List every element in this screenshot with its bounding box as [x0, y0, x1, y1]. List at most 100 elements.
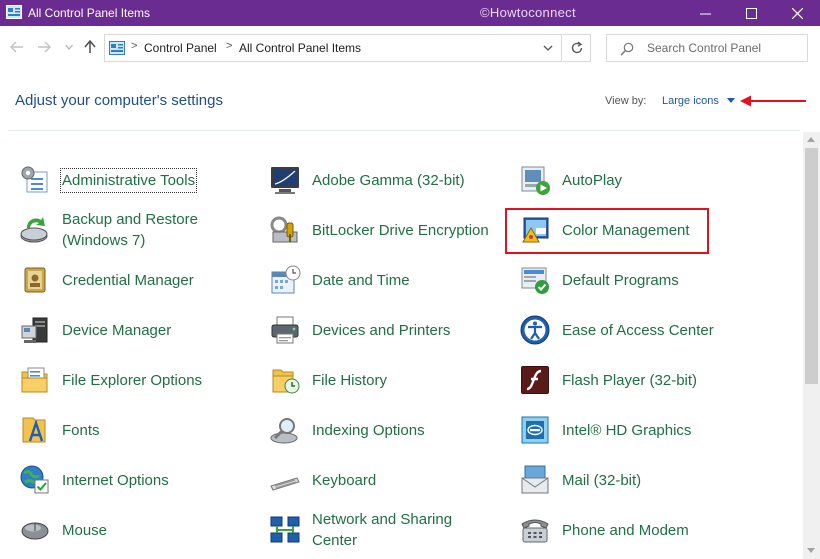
scroll-up-icon[interactable] [807, 137, 815, 142]
item-label: File History [312, 371, 388, 389]
window-title: All Control Panel Items [28, 6, 151, 20]
keyboard-icon [268, 463, 302, 497]
item-label: Phone and Modem [562, 521, 689, 539]
item-label: Credential Manager [62, 271, 194, 289]
back-button[interactable] [8, 38, 26, 56]
item-file-explorer-options[interactable]: File Explorer Options [16, 356, 202, 404]
item-label: File Explorer Options [62, 371, 203, 389]
network-sharing-icon [268, 513, 302, 547]
chevron-down-icon [65, 44, 73, 50]
default-programs-icon [518, 263, 552, 297]
intel-graphics-icon [518, 413, 552, 447]
view-by-dropdown[interactable]: Large icons [662, 95, 719, 107]
close-icon [791, 7, 803, 19]
navigation-bar: > Control Panel > All Control Panel Item… [0, 26, 820, 68]
item-label: Intel® HD Graphics [562, 421, 692, 439]
item-flash-player[interactable]: Flash Player (32-bit) [516, 356, 697, 404]
forward-button[interactable] [35, 38, 53, 56]
maximize-icon [745, 7, 757, 19]
folder-options-icon [18, 363, 52, 397]
watermark: ©Howtoconnect [480, 5, 576, 20]
item-default-programs[interactable]: Default Programs [516, 256, 679, 304]
item-autoplay[interactable]: AutoPlay [516, 156, 622, 204]
breadcrumb-separator[interactable]: > [226, 40, 232, 52]
red-highlight-annotation [505, 208, 709, 254]
item-label: Default Programs [562, 271, 679, 289]
item-label: Mail (32-bit) [562, 471, 642, 489]
forward-arrow-icon [38, 41, 51, 53]
item-intel-hd-graphics[interactable]: Intel® HD Graphics [516, 406, 691, 454]
red-arrow-annotation [740, 95, 806, 107]
credential-manager-icon [18, 263, 52, 297]
item-backup-restore[interactable]: Backup and Restore (Windows 7) [16, 206, 198, 254]
item-administrative-tools[interactable]: Administrative Tools [16, 156, 198, 204]
item-indexing-options[interactable]: Indexing Options [266, 406, 425, 454]
refresh-icon [571, 41, 582, 54]
item-internet-options[interactable]: Internet Options [16, 456, 169, 504]
search-input[interactable]: Search Control Panel [606, 34, 808, 62]
caret-down-icon[interactable] [727, 98, 735, 103]
item-keyboard[interactable]: Keyboard [266, 456, 376, 504]
header-divider [8, 130, 800, 131]
item-mouse[interactable]: Mouse [16, 506, 107, 554]
flash-player-icon [518, 363, 552, 397]
printer-icon [268, 313, 302, 347]
bitlocker-icon [268, 213, 302, 247]
administrative-tools-icon [18, 163, 52, 197]
scroll-thumb[interactable] [805, 148, 818, 384]
search-placeholder: Search Control Panel [647, 41, 762, 55]
item-ease-of-access[interactable]: Ease of Access Center [516, 306, 714, 354]
back-arrow-icon [10, 41, 23, 53]
item-devices-printers[interactable]: Devices and Printers [266, 306, 450, 354]
title-bar: All Control Panel Items ©Howtoconnect [0, 0, 820, 26]
recent-locations-button[interactable] [60, 38, 78, 56]
control-panel-icon [109, 41, 125, 55]
item-label: Network and Sharing Center [312, 511, 453, 549]
close-button[interactable] [774, 0, 820, 26]
device-manager-icon [18, 313, 52, 347]
minimize-button[interactable] [682, 0, 728, 26]
item-file-history[interactable]: File History [266, 356, 387, 404]
item-label: Mouse [62, 521, 108, 539]
chevron-down-icon[interactable] [543, 43, 553, 53]
item-fonts[interactable]: Fonts [16, 406, 100, 454]
search-icon [620, 42, 634, 56]
minimize-icon [699, 13, 711, 14]
item-label: Backup and Restore (Windows 7) [62, 211, 198, 249]
page-title: Adjust your computer's settings [15, 92, 223, 109]
item-label: Internet Options [62, 471, 169, 489]
up-button[interactable] [81, 38, 99, 56]
maximize-button[interactable] [728, 0, 774, 26]
address-bar[interactable]: > Control Panel > All Control Panel Item… [104, 34, 562, 62]
autoplay-icon [518, 163, 552, 197]
item-credential-manager[interactable]: Credential Manager [16, 256, 194, 304]
view-by-label: View by: [605, 95, 647, 107]
item-label: Date and Time [312, 271, 410, 289]
breadcrumb-control-panel[interactable]: Control Panel [144, 41, 217, 55]
item-adobe-gamma[interactable]: Adobe Gamma (32-bit) [266, 156, 465, 204]
adobe-gamma-icon [268, 163, 302, 197]
vertical-scrollbar[interactable] [803, 132, 820, 559]
refresh-button[interactable] [563, 34, 591, 62]
scroll-down-icon[interactable] [807, 548, 815, 553]
item-label: Fonts [62, 421, 100, 439]
item-label: BitLocker Drive Encryption [312, 221, 489, 239]
item-network-sharing[interactable]: Network and Sharing Center [266, 506, 452, 554]
breadcrumb-separator[interactable]: > [131, 40, 137, 52]
item-bitlocker[interactable]: BitLocker Drive Encryption [266, 206, 489, 254]
item-label: Ease of Access Center [562, 321, 714, 339]
phone-modem-icon [518, 513, 552, 547]
internet-options-icon [18, 463, 52, 497]
item-device-manager[interactable]: Device Manager [16, 306, 171, 354]
item-mail[interactable]: Mail (32-bit) [516, 456, 641, 504]
mail-icon [518, 463, 552, 497]
item-label: Adobe Gamma (32-bit) [312, 171, 465, 189]
control-panel-icon [6, 5, 22, 19]
item-label: Flash Player (32-bit) [562, 371, 698, 389]
item-label: Indexing Options [312, 421, 425, 439]
item-label: Device Manager [62, 321, 172, 339]
item-date-time[interactable]: Date and Time [266, 256, 410, 304]
breadcrumb-all-items[interactable]: All Control Panel Items [239, 41, 361, 55]
item-phone-modem[interactable]: Phone and Modem [516, 506, 689, 554]
item-label: Administrative Tools [59, 167, 198, 193]
